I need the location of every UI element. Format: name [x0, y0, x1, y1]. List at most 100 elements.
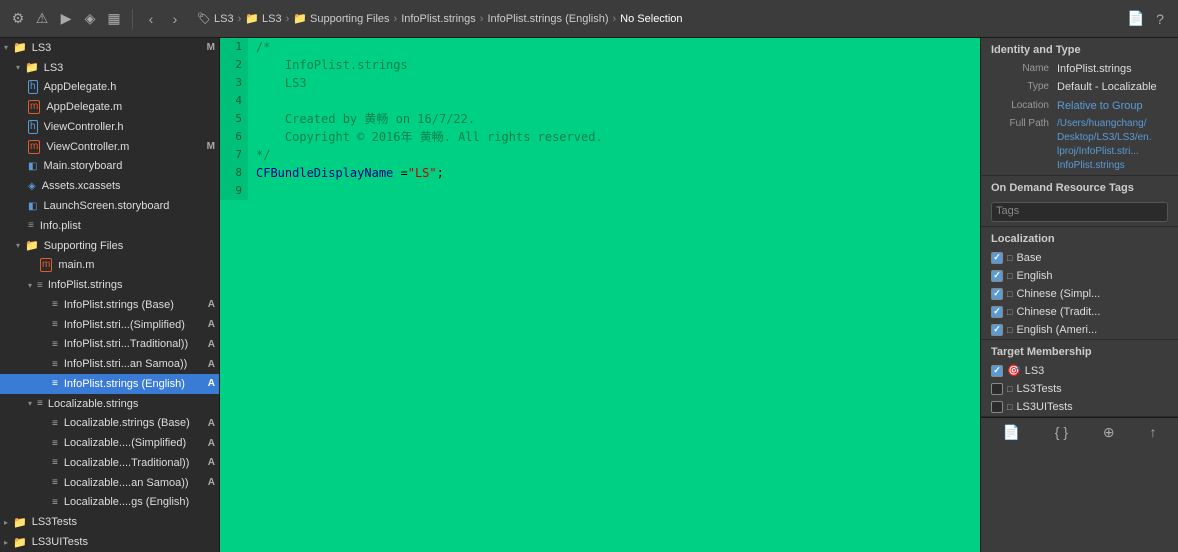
target-ls3uitests-checkbox[interactable]	[991, 401, 1003, 413]
sidebar-item-assets[interactable]: ◈ Assets.xcassets	[0, 176, 219, 196]
localization-base-row: ✓ □ Base	[981, 249, 1178, 267]
build-icon[interactable]: ⚙	[8, 9, 28, 29]
sidebar-label-infoplist-strings: InfoPlist.strings	[48, 279, 123, 291]
sidebar-item-infoplist-base[interactable]: ≡ InfoPlist.strings (Base) A	[0, 295, 219, 315]
sidebar-label-infoplist-traditional: InfoPlist.stri...Traditional))	[64, 338, 188, 350]
sidebar-item-viewcontroller-h[interactable]: h ViewController.h	[0, 117, 219, 137]
sidebar-label-main-storyboard: Main.storyboard	[43, 160, 122, 172]
target-ls3tests-checkbox[interactable]	[991, 383, 1003, 395]
sidebar-item-localizable-simplified[interactable]: ≡ Localizable....(Simplified) A	[0, 433, 219, 453]
bc-english[interactable]: InfoPlist.strings (English)	[487, 13, 608, 25]
sidebar-label-localizable-traditional: Localizable....Traditional))	[64, 457, 190, 469]
sidebar-item-infoplist[interactable]: ≡ Info.plist	[0, 216, 219, 236]
grid-icon[interactable]: ▦	[104, 9, 124, 29]
sidebar-item-ls3tests[interactable]: ▸ 📁 LS3Tests	[0, 512, 219, 532]
inspector-localization-section: Localization ✓ □ Base ✓ □ English ✓ □ Ch…	[981, 227, 1178, 340]
inspector-fullpath-row: Full Path /Users/huangchang/Desktop/LS3/…	[981, 115, 1178, 175]
sidebar-label-infoplist-simplified: InfoPlist.stri...(Simplified)	[64, 319, 185, 331]
sidebar-item-localizable-traditional[interactable]: ≡ Localizable....Traditional)) A	[0, 453, 219, 473]
triangle-infoplist-group: ▾	[28, 281, 32, 290]
sidebar-item-appdelegate-m[interactable]: m AppDelegate.m	[0, 97, 219, 117]
scheme-icon[interactable]: ◈	[80, 9, 100, 29]
sidebar-item-main-m[interactable]: m main.m	[0, 255, 219, 275]
localization-english-icon: □	[1007, 271, 1012, 281]
strings-icon5: ≡	[52, 378, 58, 389]
loc-icon5: ≡	[52, 497, 58, 508]
file-icon[interactable]: 📄	[1126, 9, 1146, 29]
bc-ls3-2[interactable]: 📁 LS3	[245, 12, 281, 25]
sidebar-item-ls3uitests[interactable]: ▸ 📁 LS3UITests	[0, 532, 219, 552]
inspector-link-icon[interactable]: ⊕	[1097, 422, 1121, 443]
triangle-ls3uitests: ▸	[4, 538, 8, 547]
inspector-code-icon[interactable]: { }	[1049, 422, 1074, 442]
inspector-location-value[interactable]: Relative to Group	[1057, 99, 1143, 113]
ls3-folder-icon: 📁	[25, 61, 39, 74]
localization-en-ameri-label: English (Ameri...	[1016, 324, 1097, 336]
localization-zh-simp-icon: □	[1007, 289, 1012, 299]
target-ls3uitests-label: LS3UITests	[1016, 401, 1072, 413]
localization-base-checkbox[interactable]: ✓	[991, 252, 1003, 264]
code-line-6: Copyright © 2016年 黄畅. All rights reserve…	[256, 128, 972, 146]
sidebar-label-viewcontroller-h: ViewController.h	[44, 121, 124, 133]
m-icon2: m	[28, 140, 40, 154]
inspector-tags-box[interactable]: Tags	[991, 202, 1168, 222]
localization-base-icon: □	[1007, 253, 1012, 263]
editor[interactable]: 12345 6789 /* InfoPlist.strings LS3 Crea…	[220, 38, 980, 552]
code-line-3: LS3	[256, 74, 972, 92]
sidebar-item-ls3-root[interactable]: ▾ 📁 LS3 M	[0, 38, 219, 58]
sidebar-item-localizable-english[interactable]: ≡ Localizable....gs (English)	[0, 493, 219, 513]
target-ls3tests-row: □ LS3Tests	[981, 380, 1178, 398]
sidebar-label-appdelegate-m: AppDelegate.m	[46, 101, 122, 113]
sidebar-item-viewcontroller-m[interactable]: m ViewController.m M	[0, 137, 219, 157]
ls3uitests-folder-icon: 📁	[13, 536, 27, 549]
sidebar-item-infoplist-simplified[interactable]: ≡ InfoPlist.stri...(Simplified) A	[0, 315, 219, 335]
localization-zh-simp-label: Chinese (Simpl...	[1016, 288, 1100, 300]
localization-zh-simp-checkbox[interactable]: ✓	[991, 288, 1003, 300]
nav-forward[interactable]: ›	[165, 9, 185, 29]
sidebar-label-infoplist: Info.plist	[40, 220, 81, 232]
sidebar-item-localizable-group[interactable]: ▾ ≡ Localizable.strings	[0, 394, 219, 414]
sidebar-item-ls3[interactable]: ▾ 📁 LS3	[0, 58, 219, 78]
inspector-type-value: Default - Localizable	[1057, 80, 1157, 94]
sidebar-item-infoplist-traditional[interactable]: ≡ InfoPlist.stri...Traditional)) A	[0, 334, 219, 354]
bc-infoplist[interactable]: InfoPlist.strings	[401, 13, 476, 25]
sidebar-item-appdelegate-h[interactable]: h AppDelegate.h	[0, 78, 219, 98]
loc-icon4: ≡	[52, 477, 58, 488]
sidebar-item-localizable-samoa[interactable]: ≡ Localizable....an Samoa)) A	[0, 473, 219, 493]
sidebar-item-infoplist-strings-group[interactable]: ▾ ≡ InfoPlist.strings	[0, 275, 219, 295]
toolbar-right: 📄 ?	[1126, 9, 1170, 29]
inspector-share-icon[interactable]: ↑	[1144, 422, 1163, 442]
sidebar-item-launchscreen[interactable]: ◧ LaunchScreen.storyboard	[0, 196, 219, 216]
localizable-traditional-badge: A	[208, 457, 215, 468]
localization-english-label: English	[1016, 270, 1052, 282]
h-icon: h	[28, 80, 38, 94]
triangle-ls3: ▾	[16, 63, 20, 72]
localization-en-ameri-row: ✓ □ English (Ameri...	[981, 321, 1178, 339]
localization-zh-trad-checkbox[interactable]: ✓	[991, 306, 1003, 318]
localization-english-checkbox[interactable]: ✓	[991, 270, 1003, 282]
inspector-identity-title: Identity and Type	[981, 38, 1178, 60]
target-ls3-checkbox[interactable]: ✓	[991, 365, 1003, 377]
inspector-type-row: Type Default - Localizable	[981, 78, 1178, 96]
toolbar: ⚙ ⚠ ▶ ◈ ▦ ‹ › 🏷 LS3 › 📁 LS3 › 📁 Supporti…	[0, 0, 1178, 38]
bc-supporting[interactable]: 📁 Supporting Files	[293, 12, 389, 25]
run-stop-icon[interactable]: ▶	[56, 9, 76, 29]
target-ls3-row: ✓ 🎯 LS3	[981, 362, 1178, 380]
inspector-fullpath-label: Full Path	[991, 117, 1049, 129]
sidebar-item-infoplist-english[interactable]: ≡ InfoPlist.strings (English) A	[0, 374, 219, 394]
sidebar-item-supporting-files[interactable]: ▾ 📁 Supporting Files	[0, 236, 219, 256]
nav-back[interactable]: ‹	[141, 9, 161, 29]
sidebar-label-localizable-simplified: Localizable....(Simplified)	[64, 437, 186, 449]
localization-en-ameri-checkbox[interactable]: ✓	[991, 324, 1003, 336]
localization-zh-simp-row: ✓ □ Chinese (Simpl...	[981, 285, 1178, 303]
sidebar-item-main-storyboard[interactable]: ◧ Main.storyboard	[0, 157, 219, 177]
sidebar-item-infoplist-samoa[interactable]: ≡ InfoPlist.stri...an Samoa)) A	[0, 354, 219, 374]
warning-icon[interactable]: ⚠	[32, 9, 52, 29]
help-icon[interactable]: ?	[1150, 9, 1170, 29]
sidebar-item-localizable-base[interactable]: ≡ Localizable.strings (Base) A	[0, 414, 219, 434]
inspector-doc-icon[interactable]: 📄	[996, 422, 1025, 443]
sidebar-label-ls3: LS3	[44, 62, 64, 74]
code-content[interactable]: /* InfoPlist.strings LS3 Created by 黄畅 o…	[248, 38, 980, 200]
bc-ls3-1[interactable]: 🏷 LS3	[197, 12, 234, 25]
sidebar-label-appdelegate-h: AppDelegate.h	[44, 81, 117, 93]
